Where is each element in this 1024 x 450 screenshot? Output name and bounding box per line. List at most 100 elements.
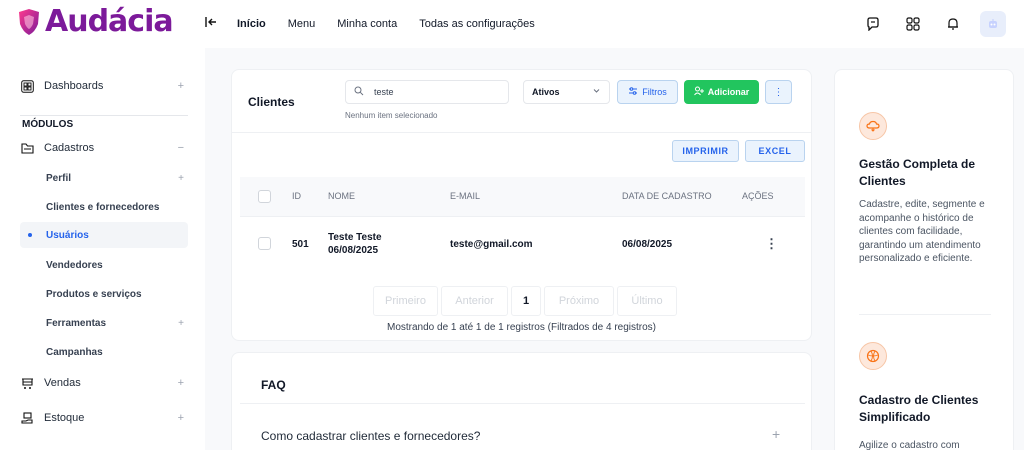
feature-title: Cadastro de Clientes Simplificado [859, 393, 979, 424]
nav-minha-conta[interactable]: Minha conta [337, 18, 397, 30]
sidebar-subitem-label: Produtos e serviços [46, 288, 142, 300]
sidebar-item-dashboards[interactable]: Dashboards + [20, 73, 188, 99]
nav-menu[interactable]: Menu [288, 18, 316, 30]
nav-configuracoes[interactable]: Todas as configurações [419, 18, 535, 30]
expand-plus-icon[interactable]: + [178, 412, 184, 424]
collapse-minus-icon[interactable]: − [178, 142, 184, 154]
chevron-down-icon [592, 86, 601, 97]
pagination-info: Mostrando de 1 até 1 de 1 registros (Fil… [386, 322, 657, 333]
sidebar-subitem-campanhas[interactable]: Campanhas [46, 339, 188, 365]
brand-logo[interactable]: Audácia [17, 4, 174, 39]
expand-plus-icon[interactable]: + [178, 318, 184, 329]
add-button-label: Adicionar [707, 87, 750, 97]
features-card: Gestão Completa de Clientes Cadastre, ed… [834, 69, 1014, 450]
folder-icon [20, 141, 34, 155]
sidebar-subitem-label: Vendedores [46, 259, 103, 271]
col-nome[interactable]: NOME [328, 191, 355, 201]
sidebar-item-label: Dashboards [44, 80, 104, 92]
feature-text: Cadastre, edite, segmente e acompanhe o … [859, 199, 985, 264]
row-checkbox[interactable] [258, 237, 271, 250]
feature-divider [859, 314, 991, 315]
sidebar-collapse-icon[interactable] [203, 16, 219, 32]
sidebar-subitem-usuarios[interactable]: Usuários [20, 222, 188, 248]
header-divider [232, 132, 811, 133]
chat-bubble-icon[interactable] [860, 11, 886, 37]
sidebar-item-label: Cadastros [44, 142, 95, 154]
excel-button[interactable]: EXCEL [745, 140, 805, 162]
page-next-button[interactable]: Próximo [544, 286, 614, 316]
sidebar-subitem-ferramentas[interactable]: Ferramentas + [46, 310, 188, 336]
expand-plus-icon[interactable]: + [178, 377, 184, 389]
sidebar-item-vendas[interactable]: Vendas + [20, 370, 188, 396]
sidebar-section-label: MÓDULOS [22, 119, 74, 130]
filter-sliders-icon [628, 86, 638, 98]
user-avatar-icon[interactable] [980, 11, 1006, 37]
page-last-button[interactable]: Último [617, 286, 677, 316]
sidebar-item-estoque[interactable]: Estoque + [20, 405, 188, 431]
col-acoes: AÇÕES [742, 191, 774, 201]
search-icon [354, 86, 364, 98]
feature-text: Agilize o cadastro com [859, 440, 960, 450]
row-date: 06/08/2025 [622, 239, 673, 250]
clients-title: Clientes [248, 95, 295, 109]
search-box[interactable] [345, 80, 509, 104]
sidebar-subitem-vendedores[interactable]: Vendedores [46, 252, 188, 278]
top-bar: Audácia Início Menu Minha conta Todas as… [0, 0, 1024, 48]
sidebar-subitem-clientes[interactable]: Clientes e fornecedores [46, 194, 188, 220]
dashboard-grid-icon [20, 79, 34, 93]
cloud-icon [859, 112, 887, 140]
sidebar-divider [20, 115, 188, 116]
sidebar-subitem-perfil[interactable]: Perfil + [46, 165, 188, 191]
row-id: 501 [292, 239, 309, 250]
sidebar-subitem-produtos[interactable]: Produtos e serviços [46, 281, 188, 307]
box-hand-icon [20, 411, 34, 425]
logo-mark-icon [19, 9, 39, 35]
col-data-cadastro[interactable]: DATA DE CADASTRO [622, 191, 712, 201]
expand-plus-icon[interactable]: + [178, 80, 184, 92]
add-button[interactable]: Adicionar [684, 80, 759, 104]
table-header: ID NOME E-MAIL DATA DE CADASTRO AÇÕES [240, 177, 805, 216]
page-first-button[interactable]: Primeiro [373, 286, 438, 316]
search-input[interactable] [374, 87, 494, 97]
brand-name: Audácia [45, 4, 174, 39]
nav-inicio[interactable]: Início [237, 18, 266, 30]
pagination: Primeiro Anterior 1 Próximo Último [373, 286, 677, 316]
sidebar-subitem-label: Usuários [46, 229, 89, 241]
select-all-checkbox[interactable] [258, 190, 271, 203]
row-email: teste@gmail.com [450, 239, 533, 250]
sidebar-item-label: Vendas [44, 377, 81, 389]
page-current-button[interactable]: 1 [511, 286, 541, 316]
row-name-text: Teste Teste [328, 232, 382, 243]
top-navigation: Início Menu Minha conta Todas as configu… [237, 0, 535, 48]
sidebar-subitem-label: Ferramentas [46, 317, 107, 329]
feature-title: Gestão Completa de Clientes [859, 157, 976, 188]
apps-grid-icon[interactable] [900, 11, 926, 37]
status-select[interactable]: Ativos [523, 80, 610, 104]
row-name: Teste Teste 06/08/2025 [328, 231, 382, 257]
faq-question[interactable]: Como cadastrar clientes e fornecedores? [261, 429, 480, 443]
col-id[interactable]: ID [292, 191, 301, 201]
expand-plus-icon[interactable]: + [178, 173, 184, 184]
sidebar-item-cadastros[interactable]: Cadastros − [20, 135, 188, 161]
cart-icon [20, 376, 34, 390]
table-row[interactable]: 501 Teste Teste 06/08/2025 teste@gmail.c… [240, 217, 805, 273]
status-select-value: Ativos [532, 87, 560, 97]
row-name-date: 06/08/2025 [328, 245, 379, 256]
filters-button[interactable]: Filtros [617, 80, 678, 104]
notification-bell-icon[interactable] [940, 11, 966, 37]
selection-note: Nenhum item selecionado [345, 111, 438, 120]
col-email[interactable]: E-MAIL [450, 191, 480, 201]
print-button[interactable]: IMPRIMIR [672, 140, 739, 162]
expand-plus-icon[interactable]: + [772, 426, 780, 442]
top-actions [860, 11, 1006, 37]
sidebar: Dashboards + MÓDULOS Cadastros − Perfil … [0, 48, 205, 450]
row-actions-icon[interactable]: ⋮ [765, 236, 778, 252]
page-prev-button[interactable]: Anterior [441, 286, 508, 316]
filters-button-label: Filtros [642, 87, 667, 97]
sidebar-item-label: Estoque [44, 412, 85, 424]
sidebar-subitem-label: Clientes e fornecedores [46, 201, 160, 213]
more-options-icon[interactable]: ⋮ [765, 80, 792, 104]
clients-card: Clientes Nenhum item selecionado Ativos … [231, 69, 812, 341]
add-user-icon [693, 86, 704, 98]
sidebar-subitem-label: Campanhas [46, 346, 103, 358]
